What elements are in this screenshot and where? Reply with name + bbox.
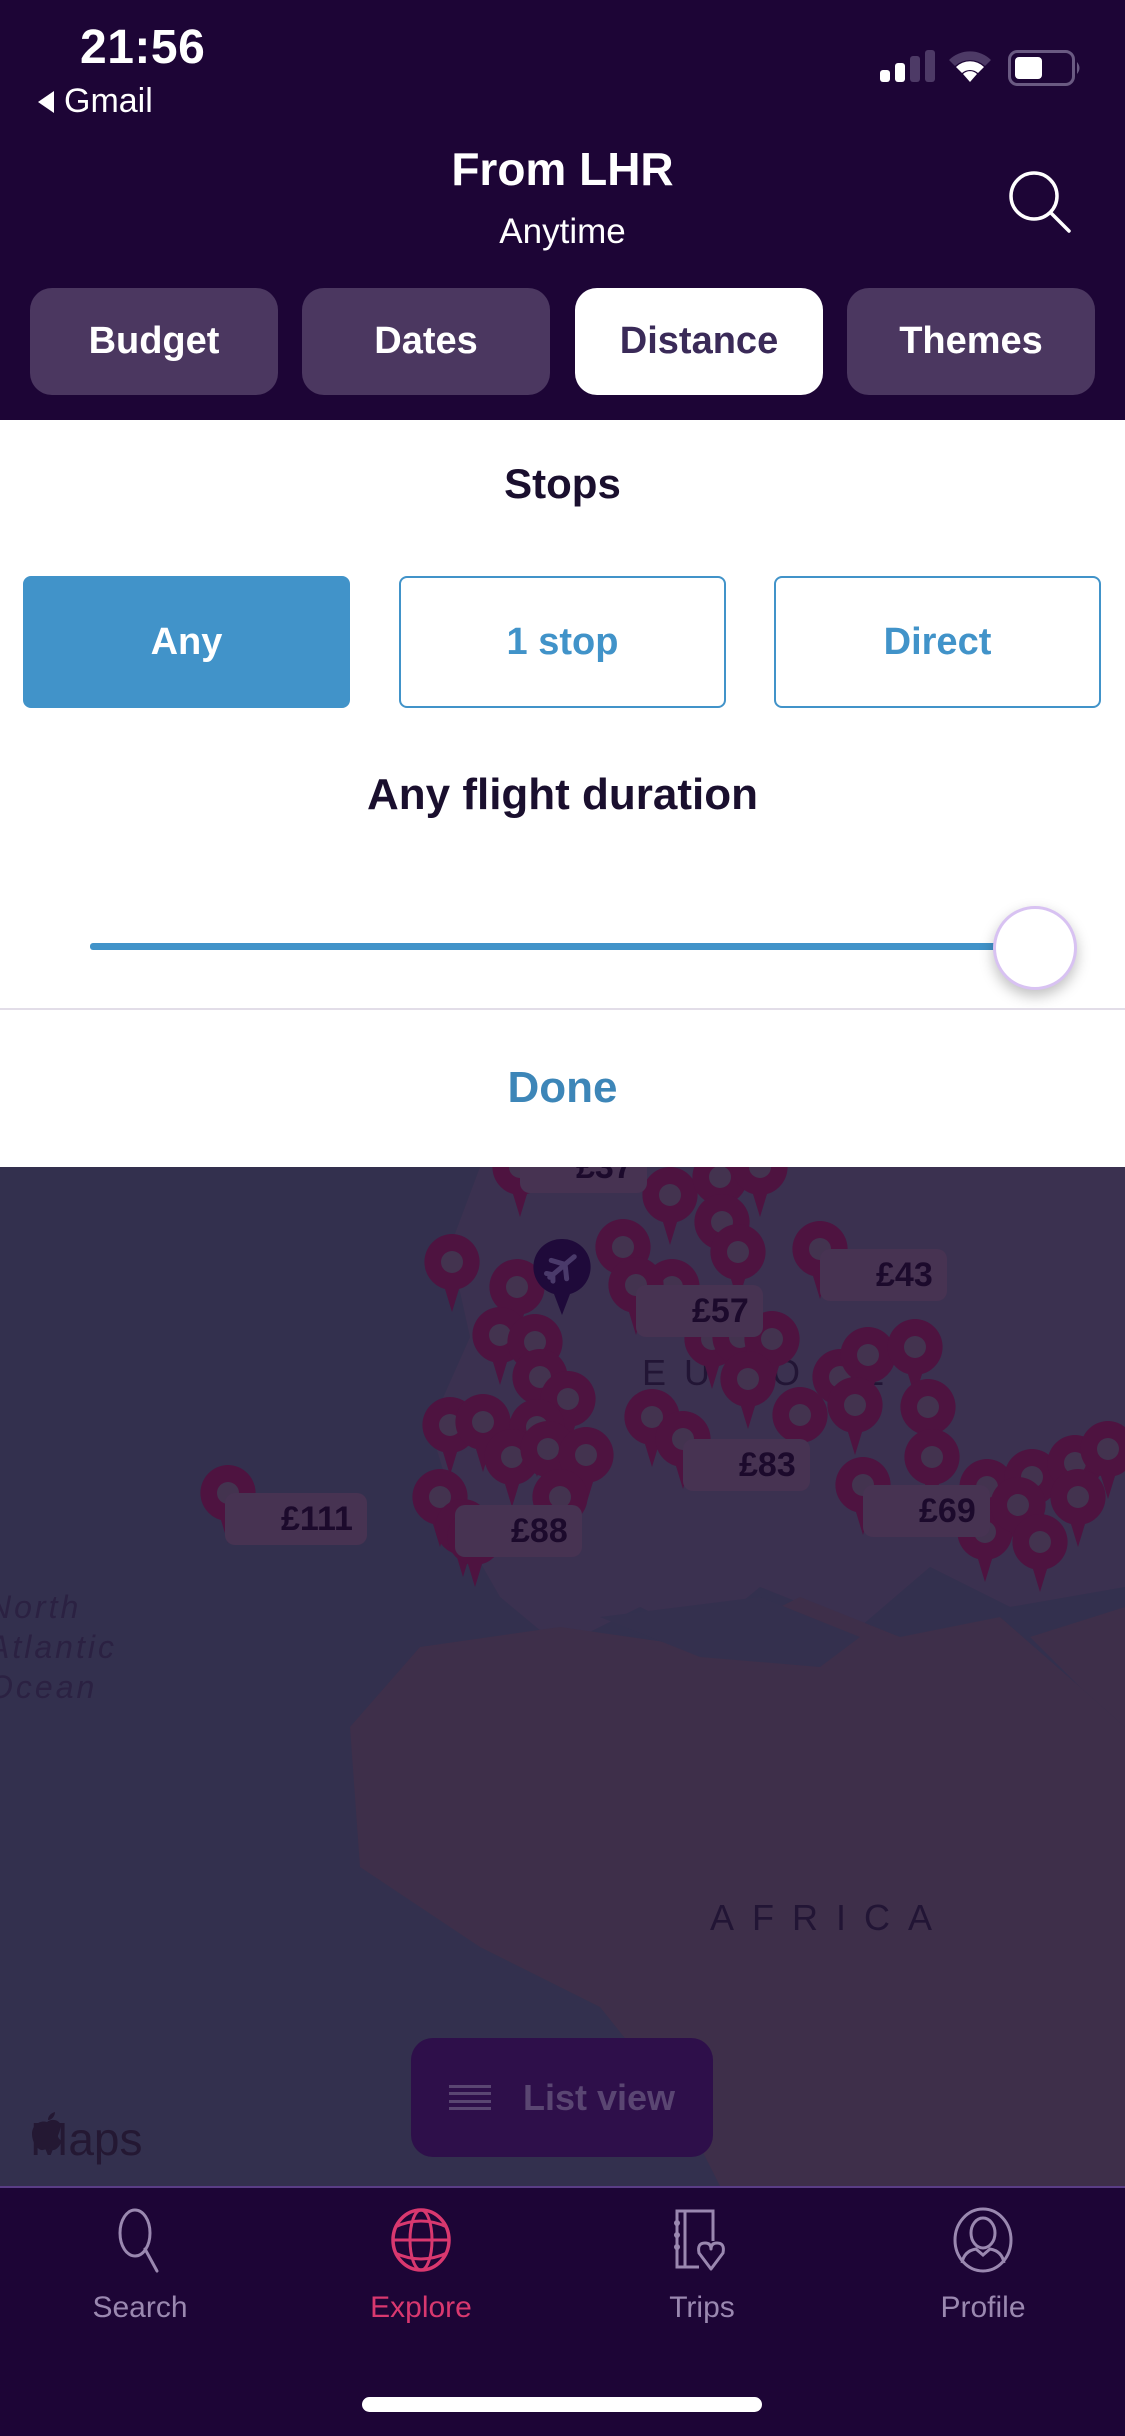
back-app-label: Gmail [64,82,153,120]
apple-maps-attribution[interactable]: Maps [30,2112,142,2166]
map-view[interactable]: EUROPE AFRICA North Atlantic Ocean £37 £… [0,1167,1125,2186]
back-to-app-button[interactable]: Gmail [38,82,153,121]
destination-pin[interactable] [718,1349,778,1431]
tab-distance[interactable]: Distance [575,288,823,395]
tab-dates[interactable]: Dates [302,288,550,395]
tab-themes[interactable]: Themes [847,288,1095,395]
done-button[interactable]: Done [0,1030,1125,1145]
tab-bar-search[interactable]: Search [40,2205,240,2345]
page-subtitle-date[interactable]: Anytime [0,212,1125,252]
trips-notebook-heart-icon [674,2209,725,2271]
divider [0,1008,1125,1010]
origin-airport-marker[interactable] [532,1237,592,1317]
destination-pin[interactable] [1010,1512,1070,1594]
map-ocean-label: North Atlantic Ocean [0,1589,117,1705]
wifi-icon [949,51,991,82]
globe-icon [391,2208,451,2272]
list-icon [448,2084,491,2111]
back-triangle-icon [38,90,54,113]
page-title: From LHR [451,143,674,195]
duration-slider-track[interactable] [90,943,1035,950]
stops-direct-button[interactable]: Direct [774,576,1101,708]
price-pin-88[interactable]: £88 [455,1505,582,1557]
price-pin-43[interactable]: £43 [820,1249,947,1301]
tab-bar-explore[interactable]: Explore [321,2205,521,2345]
price-pin-37[interactable]: £37 [520,1167,647,1193]
list-view-button[interactable]: List view [411,2038,713,2157]
status-time: 21:56 [80,21,206,74]
search-icon [118,2208,159,2273]
home-indicator [362,2397,762,2412]
tab-bar-trips[interactable]: Trips [602,2205,802,2345]
price-pin-83[interactable]: £83 [683,1439,810,1491]
stops-any-button[interactable]: Any [23,576,350,708]
tab-bar-profile[interactable]: Profile [883,2205,1083,2345]
map-region-label-africa: AFRICA [710,1897,951,1938]
destination-pin[interactable] [422,1232,482,1314]
price-pin-69[interactable]: £69 [863,1485,990,1537]
price-pin-57[interactable]: £57 [636,1285,763,1337]
price-pin-111[interactable]: £111 [225,1493,367,1545]
stops-heading: Stops [504,460,621,507]
stops-one-stop-button[interactable]: 1 stop [399,576,726,708]
search-icon[interactable] [1000,162,1080,242]
cellular-signal-icon [880,50,935,82]
profile-icon [953,2207,1013,2273]
tab-budget[interactable]: Budget [30,288,278,395]
destination-pin[interactable] [825,1375,885,1457]
apple-logo-icon [32,2112,62,2151]
flight-duration-heading: Any flight duration [366,770,759,819]
duration-slider-thumb[interactable] [993,906,1077,990]
battery-icon [1008,50,1080,86]
